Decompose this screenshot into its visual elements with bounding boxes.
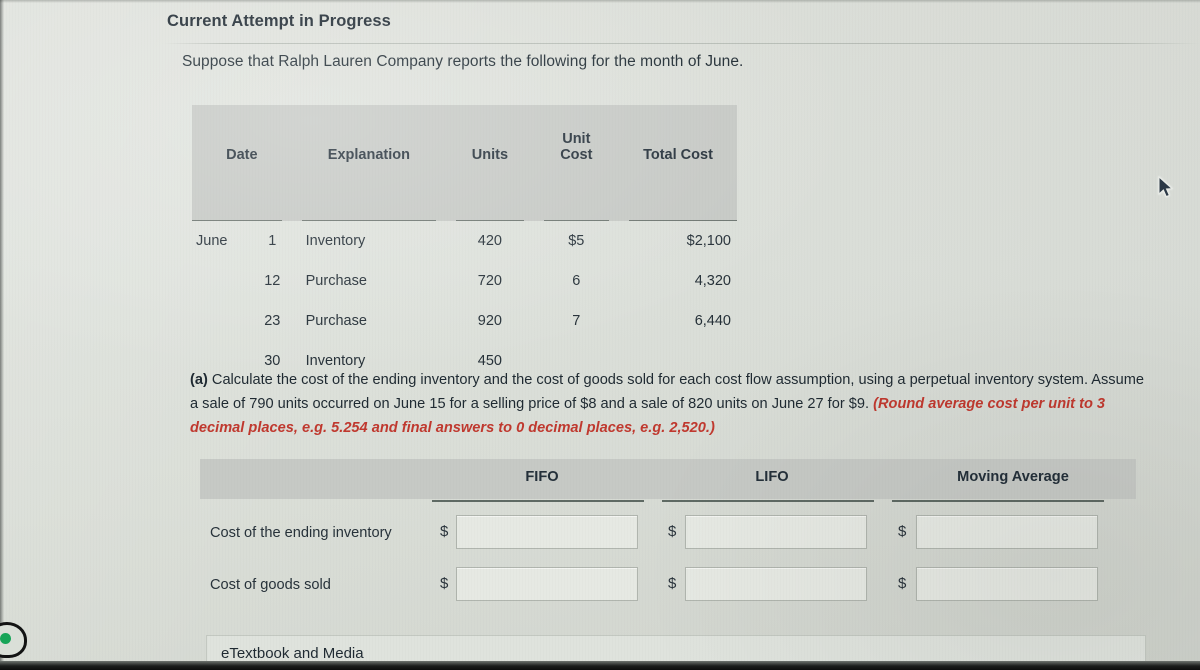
header-underline-row xyxy=(192,163,737,221)
answer-row-cost-of-goods-sold: Cost of goods sold $ $ $ xyxy=(200,564,1136,616)
cell-day: 23 xyxy=(264,313,281,329)
answers-underline-fifo xyxy=(432,500,644,502)
cell-day: 12 xyxy=(264,273,281,289)
table-header-row: Date Explanation Units Unit Cost Total C… xyxy=(192,105,737,163)
etextbook-and-media-label: eTextbook and Media xyxy=(221,645,364,662)
currency-symbol-moving-average-cogs: $ xyxy=(898,575,907,592)
cell-month: June xyxy=(196,233,228,249)
column-header-unit-cost-line1: Unit xyxy=(562,130,591,147)
currency-symbol-moving-average-ending-inventory: $ xyxy=(898,523,907,540)
cell-unit-cost: 7 xyxy=(572,313,581,329)
screen-bezel-top xyxy=(0,0,1200,3)
inventory-table-body: June 1 Inventory 420 $5 $2,100 12 Purcha… xyxy=(192,221,737,381)
cell-units: 720 xyxy=(477,273,502,289)
cell-unit-cost: $5 xyxy=(568,233,585,249)
header-underline-total-cost-cell xyxy=(619,163,737,221)
column-header-fifo: FIFO xyxy=(525,469,559,485)
table-row: 12 Purchase 720 6 4,320 xyxy=(192,261,737,301)
column-header-moving-average: Moving Average xyxy=(957,469,1069,485)
cell-explanation: Purchase xyxy=(305,313,367,329)
currency-symbol-fifo-ending-inventory: $ xyxy=(440,523,449,540)
question-part-label: (a) xyxy=(190,372,208,388)
cell-units: 920 xyxy=(477,313,502,329)
column-header-explanation: Explanation xyxy=(291,105,447,163)
answers-underline-lifo xyxy=(662,500,874,502)
header-underline-units-cell xyxy=(446,163,534,221)
screen-photo: Current Attempt in Progress Suppose that… xyxy=(0,0,1200,670)
question-part-a: (a) Calculate the cost of the ending inv… xyxy=(190,369,1150,440)
table-row: June 1 Inventory 420 $5 $2,100 xyxy=(192,221,737,261)
screen-bezel-left xyxy=(0,0,4,670)
cell-total-cost: 6,440 xyxy=(694,313,731,329)
cell-unit-cost: 6 xyxy=(572,273,581,289)
notification-badge-icon xyxy=(0,622,27,658)
row-label-cost-of-goods-sold: Cost of goods sold xyxy=(210,577,331,593)
header-underline-explanation-cell xyxy=(291,163,447,221)
table-row: 23 Purchase 920 7 6,440 xyxy=(192,301,737,341)
cell-units: 420 xyxy=(477,233,502,249)
input-fifo-cogs[interactable] xyxy=(456,567,638,601)
cell-total-cost: $2,100 xyxy=(686,233,731,249)
row-label-ending-inventory: Cost of the ending inventory xyxy=(210,525,392,541)
column-header-unit-cost: Unit Cost xyxy=(533,105,620,163)
header-underline-date-cell xyxy=(192,163,292,221)
column-header-date: Date xyxy=(192,105,292,163)
problem-prompt: Suppose that Ralph Lauren Company report… xyxy=(182,53,744,70)
cell-total-cost: 4,320 xyxy=(694,273,731,289)
cell-explanation: Inventory xyxy=(305,233,366,249)
title-divider xyxy=(164,43,1200,44)
screen-bezel-bottom xyxy=(0,661,1200,670)
currency-symbol-fifo-cogs: $ xyxy=(440,575,449,592)
column-header-lifo: LIFO xyxy=(755,469,789,485)
answer-row-ending-inventory: Cost of the ending inventory $ $ $ xyxy=(200,512,1136,564)
currency-symbol-lifo-cogs: $ xyxy=(668,575,677,592)
inventory-table: Date Explanation Units Unit Cost Total C… xyxy=(192,105,737,381)
answers-underline-moving-average xyxy=(892,500,1104,502)
input-lifo-ending-inventory[interactable] xyxy=(685,515,867,549)
page-title: Current Attempt in Progress xyxy=(167,12,391,30)
column-header-units: Units xyxy=(446,105,534,163)
cell-month xyxy=(192,301,253,341)
assignment-content: Current Attempt in Progress Suppose that… xyxy=(164,0,1200,670)
cell-day: 1 xyxy=(268,233,277,249)
input-moving-average-ending-inventory[interactable] xyxy=(916,515,1098,549)
mouse-cursor-icon xyxy=(1158,176,1174,198)
column-header-total-cost: Total Cost xyxy=(619,105,737,163)
input-lifo-cogs[interactable] xyxy=(685,567,867,601)
currency-symbol-lifo-ending-inventory: $ xyxy=(668,523,677,540)
column-header-unit-cost-line2: Cost xyxy=(560,146,593,163)
cell-month xyxy=(192,261,253,301)
input-moving-average-cogs[interactable] xyxy=(916,567,1098,601)
cell-explanation: Purchase xyxy=(305,273,367,289)
input-fifo-ending-inventory[interactable] xyxy=(456,515,638,549)
inventory-table-head: Date Explanation Units Unit Cost Total C… xyxy=(192,105,737,221)
header-underline-unit-cost-cell xyxy=(533,163,620,221)
